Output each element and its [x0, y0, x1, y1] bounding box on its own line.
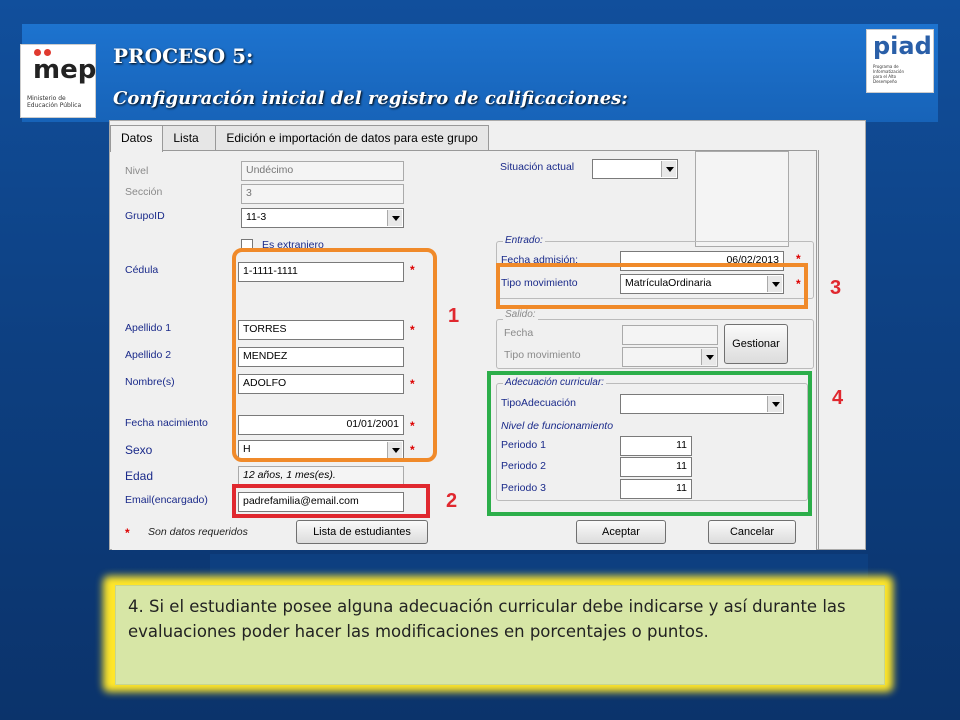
callout-2: 2: [446, 490, 458, 512]
highlight-box-3: [496, 263, 808, 309]
piad-logo-text: piad: [873, 32, 932, 60]
callout-1: 1: [448, 305, 460, 327]
mep-logo: mep Ministerio de Educación Pública: [20, 44, 96, 118]
edad-field: 12 años, 1 mes(es).: [238, 466, 404, 486]
nombre-label: Nombre(s): [125, 376, 175, 388]
tab-lista[interactable]: Lista: [162, 125, 217, 151]
piad-logo-subtitle: Programa de Informatización para el Alto…: [873, 64, 905, 84]
callout-4: 4: [832, 387, 844, 409]
situacion-label: Situación actual: [500, 161, 575, 173]
grupoid-select[interactable]: 11-3: [241, 208, 404, 228]
nivel-label: Nivel: [125, 165, 149, 177]
cedula-label: Cédula: [125, 264, 159, 276]
sexo-label: Sexo: [125, 443, 153, 457]
grupoid-value: 11-3: [246, 211, 267, 223]
page-subtitle: Configuración inicial del registro de ca…: [113, 88, 628, 109]
required-note: Son datos requeridos: [148, 526, 248, 538]
piad-logo: piad Programa de Informatización para el…: [866, 29, 934, 93]
highlight-box-1: [232, 248, 437, 462]
edad-label: Edad: [125, 469, 154, 483]
tab-datos[interactable]: Datos: [110, 125, 164, 152]
photo-frame[interactable]: [695, 151, 789, 247]
gestionar-button[interactable]: Gestionar: [724, 324, 788, 364]
mep-logo-subtitle: Ministerio de Educación Pública: [27, 95, 82, 109]
situacion-select[interactable]: [592, 159, 678, 179]
salido-group-label: Salido:: [503, 309, 538, 320]
page-title: PROCESO 5:: [113, 44, 254, 68]
seccion-label: Sección: [125, 186, 163, 198]
splitter[interactable]: [816, 150, 819, 550]
seccion-field: 3: [241, 184, 404, 204]
slide-footer-band: [210, 554, 868, 578]
tab-bar: Datos Lista Edición e importación de dat…: [110, 125, 489, 152]
apellido2-label: Apellido 2: [125, 349, 172, 361]
cancelar-button[interactable]: Cancelar: [708, 520, 796, 544]
highlight-box-2: [232, 484, 430, 518]
email-label: Email(encargado): [125, 494, 208, 506]
salido-tipo-label: Tipo movimiento: [504, 349, 581, 361]
entrado-group-label: Entrado:: [503, 235, 545, 246]
salido-fecha-label: Fecha: [504, 327, 534, 339]
chevron-down-icon: [701, 349, 716, 365]
fecha-nac-label: Fecha nacimiento: [125, 417, 208, 429]
explanation-note: 4. Si el estudiante posee alguna adecuac…: [115, 585, 885, 685]
lista-estudiantes-button[interactable]: Lista de estudiantes: [296, 520, 428, 544]
chevron-down-icon[interactable]: [661, 161, 676, 177]
salido-tipo-select: [622, 347, 718, 367]
aceptar-button[interactable]: Aceptar: [576, 520, 666, 544]
highlight-box-4: [487, 371, 812, 516]
tab-edicion[interactable]: Edición e importación de datos para este…: [215, 125, 489, 151]
salido-fecha-field: [622, 325, 718, 345]
apellido1-label: Apellido 1: [125, 322, 172, 334]
callout-3: 3: [830, 277, 842, 299]
mep-logo-text: mep: [33, 55, 97, 85]
chevron-down-icon[interactable]: [387, 210, 402, 226]
required-star: *: [125, 526, 130, 540]
nivel-field: Undécimo: [241, 161, 404, 181]
grupoid-label: GrupoID: [125, 210, 165, 222]
